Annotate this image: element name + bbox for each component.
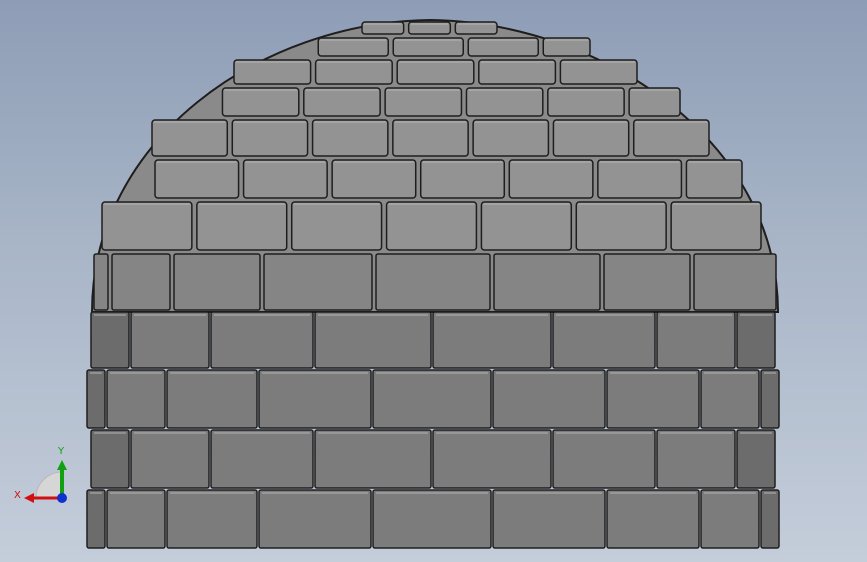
x-axis-label: X (14, 490, 21, 501)
dome-brick[interactable] (467, 37, 539, 57)
wall-brick[interactable] (656, 311, 736, 369)
wall-brick[interactable] (111, 253, 171, 311)
wall-brick[interactable] (106, 489, 166, 549)
wall-brick[interactable] (314, 429, 432, 489)
wall-brick[interactable] (86, 369, 106, 429)
wall-brick[interactable] (375, 253, 491, 311)
dome-brick[interactable] (290, 201, 383, 251)
wall-brick[interactable] (432, 311, 552, 369)
dome-brick[interactable] (233, 59, 312, 85)
wall-brick[interactable] (656, 429, 736, 489)
dome-brick[interactable] (221, 87, 300, 117)
wall-brick[interactable] (606, 369, 700, 429)
dome-brick[interactable] (396, 59, 475, 85)
xy-plane-icon (35, 471, 63, 499)
wall-brick[interactable] (606, 489, 700, 549)
wall-brick[interactable] (700, 369, 760, 429)
wall-brick[interactable] (492, 489, 606, 549)
wall-brick[interactable] (700, 489, 760, 549)
dome-brick[interactable] (632, 119, 710, 157)
wall-brick[interactable] (210, 311, 314, 369)
wall-brick[interactable] (736, 311, 776, 369)
wall-brick[interactable] (173, 253, 261, 311)
wall-brick[interactable] (106, 369, 166, 429)
dome-brick[interactable] (196, 201, 288, 251)
dome-brick[interactable] (101, 201, 193, 251)
dome-brick[interactable] (303, 87, 381, 117)
dome-brick[interactable] (552, 119, 630, 157)
dome-brick[interactable] (628, 87, 681, 117)
dome-brick[interactable] (597, 159, 683, 199)
wall-brick[interactable] (552, 429, 656, 489)
wall-brick[interactable] (90, 311, 130, 369)
dome-brick[interactable] (685, 159, 743, 199)
wall-brick[interactable] (693, 253, 777, 311)
dome-brick[interactable] (542, 37, 591, 57)
wall-brick[interactable] (432, 429, 552, 489)
dome-brick[interactable] (547, 87, 625, 117)
wall-brick[interactable] (166, 489, 258, 549)
dome-brick[interactable] (670, 201, 762, 251)
dome-brick[interactable] (465, 87, 544, 117)
wall-brick[interactable] (760, 369, 780, 429)
graphics-viewport[interactable]: Y X (0, 0, 867, 562)
wall-brick[interactable] (314, 311, 432, 369)
dome-brick[interactable] (154, 159, 240, 199)
wall-brick[interactable] (93, 253, 109, 311)
wall-brick[interactable] (760, 489, 780, 549)
dome-brick[interactable] (392, 119, 469, 157)
dome-brick[interactable] (311, 119, 389, 157)
dome-brick[interactable] (385, 201, 478, 251)
dome-brick[interactable] (384, 87, 463, 117)
wall-brick[interactable] (372, 489, 492, 549)
wall-brick[interactable] (552, 311, 656, 369)
dome-brick[interactable] (314, 59, 393, 85)
wall-brick[interactable] (90, 429, 130, 489)
wall-brick[interactable] (210, 429, 314, 489)
wall-brick[interactable] (258, 489, 372, 549)
dome-brick[interactable] (331, 159, 417, 199)
dome-brick[interactable] (419, 159, 506, 199)
dome-brick[interactable] (508, 159, 594, 199)
dome-brick[interactable] (478, 59, 557, 85)
igloo-model[interactable] (0, 0, 867, 562)
wall-brick[interactable] (130, 429, 210, 489)
wall-brick[interactable] (130, 311, 210, 369)
wall-brick[interactable] (736, 429, 776, 489)
dome-brick[interactable] (317, 37, 389, 57)
y-axis-label: Y (57, 446, 65, 457)
dome-brick[interactable] (472, 119, 550, 157)
z-axis-dot-icon (57, 493, 67, 503)
dome-brick[interactable] (559, 59, 638, 85)
coordinate-triad-icon: Y X (14, 446, 67, 503)
wall-brick[interactable] (492, 369, 606, 429)
dome-brick[interactable] (392, 37, 464, 57)
y-axis-arrowhead-icon (57, 460, 67, 470)
wall-brick[interactable] (166, 369, 258, 429)
x-axis-arrowhead-icon (24, 493, 34, 503)
dome-brick[interactable] (151, 119, 229, 157)
wall-brick[interactable] (372, 369, 492, 429)
dome-brick[interactable] (575, 201, 667, 251)
wall-brick[interactable] (603, 253, 691, 311)
wall-brick[interactable] (86, 489, 106, 549)
wall-brick[interactable] (263, 253, 373, 311)
dome-brick[interactable] (231, 119, 309, 157)
dome-brick[interactable] (480, 201, 573, 251)
dome-brick[interactable] (242, 159, 328, 199)
wall-brick[interactable] (493, 253, 601, 311)
wall-brick[interactable] (258, 369, 372, 429)
